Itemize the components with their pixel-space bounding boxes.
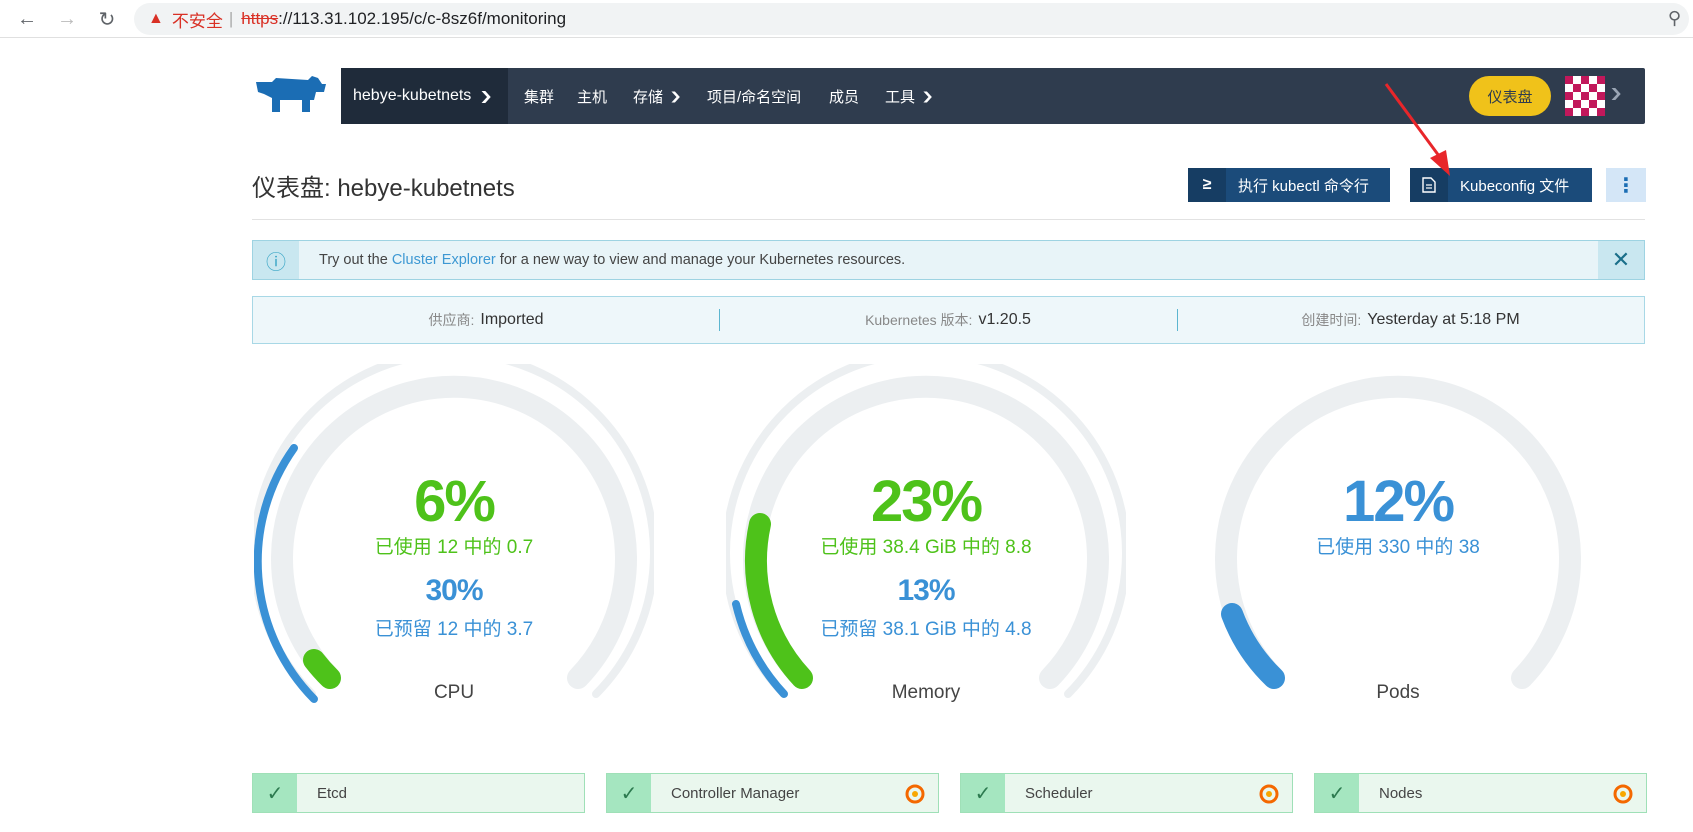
pods-gauge: 12% 已使用 330 中的 38 Pods [1198, 364, 1598, 724]
url-scheme: https [241, 9, 279, 28]
version-info: Kubernetes 版本: v1.20.5 [719, 297, 1177, 343]
status-label: Scheduler [1025, 784, 1093, 802]
grafana-icon[interactable] [1612, 783, 1634, 805]
rancher-logo-icon[interactable] [252, 72, 328, 116]
version-value: v1.20.5 [978, 311, 1031, 328]
status-etcd[interactable]: ✓ Etcd [252, 773, 585, 813]
cluster-explorer-link[interactable]: Cluster Explorer [392, 252, 496, 268]
forward-icon[interactable]: → [54, 6, 80, 32]
cpu-reserved-percent: 30% [425, 574, 483, 607]
cpu-gauge-label: CPU [433, 682, 475, 703]
info-banner: ⓘ Try out the Cluster Explorer for a new… [252, 240, 1645, 280]
chevron-down-icon: ❯ [921, 90, 935, 103]
check-icon: ✓ [961, 774, 1005, 812]
nav-item-storage[interactable]: 存储 ❯ [633, 68, 683, 124]
nav-label: 集群 [524, 88, 555, 106]
kubectl-shell-button[interactable]: ≥ 执行 kubectl 命令行 [1188, 168, 1390, 202]
grafana-icon[interactable] [1258, 783, 1280, 805]
memory-reserved-text: 已预留 38.1 GiB 中的 4.8 [820, 619, 1032, 640]
insecure-label: 不安全 [171, 11, 223, 31]
check-icon: ✓ [1315, 774, 1359, 812]
back-icon[interactable]: ← [14, 6, 40, 32]
kubeconfig-button-label: Kubeconfig 文件 [1460, 177, 1570, 195]
provider-info: 供应商: Imported [253, 297, 719, 343]
created-key: 创建时间: [1301, 312, 1362, 328]
kubectl-button-label: 执行 kubectl 命令行 [1238, 177, 1369, 195]
nav-label: 工具 [885, 88, 916, 106]
cpu-reserved-text: 已预留 12 中的 3.7 [374, 619, 534, 640]
pods-gauge-label: Pods [1376, 682, 1420, 703]
version-key: Kubernetes 版本: [865, 312, 973, 328]
divider [252, 219, 1645, 220]
cpu-gauge: 6% 已使用 12 中的 0.7 30% 已预留 12 中的 3.7 CPU [254, 364, 654, 724]
dashboard-button[interactable]: 仪表盘 [1469, 76, 1551, 116]
pods-used-text: 已使用 330 中的 38 [1316, 537, 1480, 558]
memory-used-percent: 23% [870, 469, 983, 534]
reload-icon[interactable]: ↻ [94, 6, 120, 32]
cpu-used-text: 已使用 12 中的 0.7 [374, 537, 534, 558]
nav-label: 成员 [829, 88, 860, 106]
cluster-name: hebye-kubetnets [353, 87, 472, 104]
provider-value: Imported [480, 311, 544, 328]
more-actions-icon[interactable]: ⋮ [1606, 168, 1646, 202]
nav-item-hosts[interactable]: 主机 [577, 68, 607, 124]
warning-icon: ▲ [148, 10, 164, 27]
cpu-used-percent: 6% [414, 469, 496, 534]
grafana-icon[interactable] [904, 783, 926, 805]
chevron-down-icon[interactable]: ❯ [1609, 86, 1623, 100]
pods-used-percent: 12% [1342, 469, 1455, 534]
address-bar[interactable]: ▲ 不安全 | https://113.31.102.195/c/c-8sz6f… [134, 3, 1689, 35]
annotation-arrow-icon [1384, 83, 1450, 176]
status-label: Etcd [317, 784, 348, 802]
nav-item-tools[interactable]: 工具 ❯ [885, 68, 935, 124]
created-info: 创建时间: Yesterday at 5:18 PM [1177, 297, 1644, 343]
zoom-icon[interactable]: ⚲ [1668, 8, 1681, 29]
memory-gauge-label: Memory [891, 682, 961, 703]
banner-suffix: for a new way to view and manage your Ku… [495, 252, 906, 268]
status-controller-manager[interactable]: ✓ Controller Manager [606, 773, 939, 813]
provider-key: 供应商: [428, 312, 475, 328]
nav-label: 主机 [577, 88, 608, 106]
memory-used-text: 已使用 38.4 GiB 中的 8.8 [820, 537, 1032, 558]
terminal-icon: ≥ [1188, 168, 1226, 202]
banner-text: Try out the Cluster Explorer for a new w… [299, 252, 905, 268]
nav-item-cluster[interactable]: 集群 [524, 68, 554, 124]
chevron-down-icon: ❯ [669, 90, 683, 103]
cluster-meta: 供应商: Imported Kubernetes 版本: v1.20.5 创建时… [252, 296, 1645, 344]
chevron-down-icon: ❯ [479, 89, 494, 103]
status-label: Controller Manager [671, 784, 800, 802]
cluster-selector[interactable]: hebye-kubetnets ❯ [341, 68, 508, 124]
nav-item-projects[interactable]: 项目/命名空间 [707, 68, 801, 124]
status-scheduler[interactable]: ✓ Scheduler [960, 773, 1293, 813]
url-text: ://113.31.102.195/c/c-8sz6f/monitoring [278, 9, 567, 28]
address-separator: | [228, 9, 234, 28]
nav-item-members[interactable]: 成员 [829, 68, 859, 124]
banner-prefix: Try out the [319, 252, 392, 268]
avatar[interactable] [1565, 76, 1605, 116]
status-nodes[interactable]: ✓ Nodes [1314, 773, 1647, 813]
status-label: Nodes [1379, 784, 1423, 802]
memory-gauge: 23% 已使用 38.4 GiB 中的 8.8 13% 已预留 38.1 GiB… [726, 364, 1126, 724]
nav-label: 项目/命名空间 [707, 88, 802, 106]
check-icon: ✓ [607, 774, 651, 812]
close-icon[interactable]: ✕ [1598, 241, 1644, 279]
memory-reserved-percent: 13% [897, 574, 955, 607]
check-icon: ✓ [253, 774, 297, 812]
nav-label: 存储 [633, 88, 664, 106]
page-title: 仪表盘: hebye-kubetnets [252, 175, 515, 202]
created-value: Yesterday at 5:18 PM [1367, 311, 1520, 328]
browser-toolbar: ← → ↻ ▲ 不安全 | https://113.31.102.195/c/c… [0, 0, 1693, 38]
info-icon: ⓘ [253, 241, 299, 279]
